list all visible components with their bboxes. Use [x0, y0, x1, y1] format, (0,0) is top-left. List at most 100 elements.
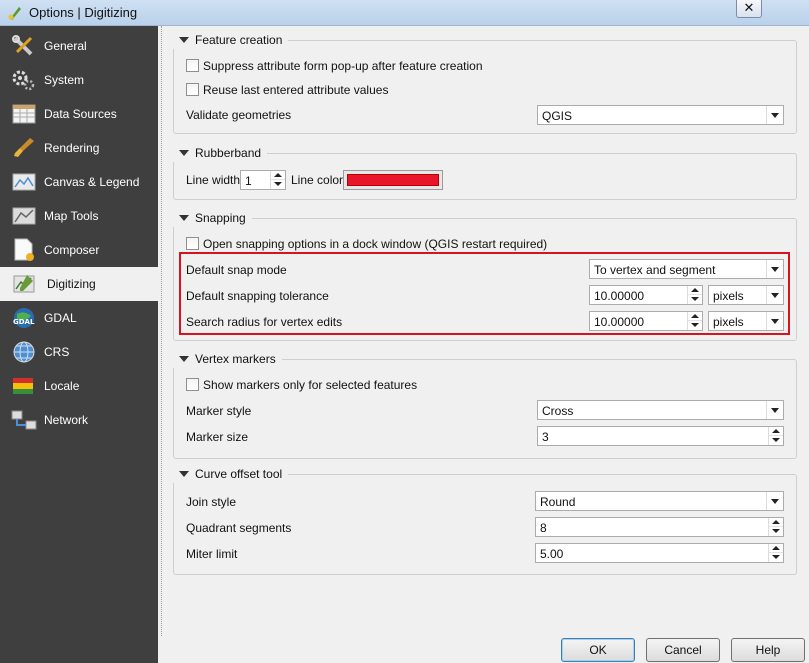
sidebar-item-label: Rendering	[44, 141, 100, 155]
chevron-down-icon	[766, 492, 783, 510]
options-sidebar: General System Data Sources Rendering Ca…	[0, 26, 158, 663]
sidebar-item-composer[interactable]: Composer	[0, 233, 158, 267]
snap-tolerance-unit-select[interactable]: pixels	[708, 285, 784, 305]
sidebar-item-canvas-legend[interactable]: Canvas & Legend	[0, 165, 158, 199]
quadrant-segments-spinbox[interactable]: 8	[535, 517, 784, 537]
spin-down-icon[interactable]	[769, 436, 783, 445]
paintbrush-icon	[14, 138, 34, 157]
spin-down-icon[interactable]	[769, 553, 783, 562]
chevron-down-icon	[766, 401, 783, 419]
globe-icon	[13, 341, 35, 363]
rubberband-header[interactable]: Rubberband	[173, 146, 268, 162]
line-width-label: Line width	[186, 173, 241, 187]
marker-size-spinbox[interactable]: 3	[537, 426, 784, 446]
composer-icon	[14, 238, 34, 261]
collapse-arrow-icon	[179, 150, 189, 156]
digitizing-icon	[13, 275, 35, 293]
sidebar-item-label: System	[44, 73, 85, 87]
cancel-button[interactable]: Cancel	[646, 638, 720, 662]
spin-up-icon[interactable]	[769, 518, 783, 527]
table-icon	[12, 104, 36, 124]
flag-icon	[13, 378, 33, 394]
validate-geometries-label: Validate geometries	[186, 108, 292, 122]
sidebar-item-label: Digitizing	[47, 277, 96, 291]
sidebar-item-locale[interactable]: Locale	[0, 369, 158, 403]
snapping-header[interactable]: Snapping	[173, 211, 252, 227]
marker-style-select[interactable]: Cross	[537, 400, 784, 420]
sidebar-item-label: Network	[44, 413, 89, 427]
snap-tolerance-label: Default snapping tolerance	[186, 289, 329, 303]
vertex-markers-header[interactable]: Vertex markers	[173, 352, 282, 368]
spin-up-icon[interactable]	[688, 286, 702, 295]
sidebar-item-label: Map Tools	[44, 209, 99, 223]
sidebar-item-digitizing[interactable]: Digitizing	[0, 267, 158, 301]
network-icon	[11, 410, 37, 430]
spin-up-icon[interactable]	[769, 544, 783, 553]
ok-button[interactable]: OK	[561, 638, 635, 662]
gdal-icon: GDAL	[13, 308, 35, 328]
join-style-label: Join style	[186, 495, 237, 509]
markers-selected-only-checkbox[interactable]	[186, 378, 199, 391]
reuse-values-label: Reuse last entered attribute values	[203, 83, 389, 97]
chevron-down-icon	[766, 312, 783, 330]
snapping-dock-label: Open snapping options in a dock window (…	[203, 237, 548, 251]
close-button[interactable]: ✕	[736, 0, 762, 18]
feature-creation-header[interactable]: Feature creation	[173, 33, 289, 49]
suppress-form-label: Suppress attribute form pop-up after fea…	[203, 59, 483, 73]
collapse-arrow-icon	[179, 215, 189, 221]
collapse-arrow-icon	[179, 37, 189, 43]
sidebar-item-system[interactable]: System	[0, 63, 158, 97]
chevron-down-icon	[766, 260, 783, 278]
line-width-spinbox[interactable]: 1	[240, 170, 286, 190]
spin-up-icon[interactable]	[688, 312, 702, 321]
line-color-swatch	[347, 174, 439, 186]
miter-limit-label: Miter limit	[186, 547, 238, 561]
line-color-label: Line color	[291, 173, 344, 187]
spin-up-icon[interactable]	[769, 427, 783, 436]
sidebar-item-general[interactable]: General	[0, 29, 158, 63]
canvas-icon	[12, 173, 36, 191]
snap-mode-label: Default snap mode	[186, 263, 287, 277]
spin-up-icon[interactable]	[271, 171, 285, 180]
sidebar-item-network[interactable]: Network	[0, 403, 158, 437]
sidebar-item-data-sources[interactable]: Data Sources	[0, 97, 158, 131]
sidebar-item-crs[interactable]: CRS	[0, 335, 158, 369]
markers-selected-only-label: Show markers only for selected features	[203, 378, 418, 392]
search-radius-label: Search radius for vertex edits	[186, 315, 343, 329]
gears-icon	[12, 70, 35, 91]
title-bar: Options | Digitizing ✕	[0, 0, 809, 26]
map-tools-icon	[12, 207, 36, 225]
sidebar-item-gdal[interactable]: GDAL GDAL	[0, 301, 158, 335]
snap-mode-select[interactable]: To vertex and segment	[589, 259, 784, 279]
chevron-down-icon	[766, 286, 783, 304]
search-radius-spinbox[interactable]: 10.00000	[589, 311, 703, 331]
sidebar-item-rendering[interactable]: Rendering	[0, 131, 158, 165]
validate-geometries-select[interactable]: QGIS	[537, 105, 784, 125]
spin-down-icon[interactable]	[769, 527, 783, 536]
snapping-dock-checkbox[interactable]	[186, 237, 199, 250]
sidebar-item-label: Canvas & Legend	[44, 175, 140, 189]
snap-tolerance-spinbox[interactable]: 10.00000	[589, 285, 703, 305]
splitter-handle[interactable]	[161, 26, 162, 636]
suppress-form-checkbox[interactable]	[186, 59, 199, 72]
collapse-arrow-icon	[179, 471, 189, 477]
join-style-select[interactable]: Round	[535, 491, 784, 511]
sidebar-item-label: CRS	[44, 345, 70, 359]
spin-down-icon[interactable]	[271, 180, 285, 189]
spin-down-icon[interactable]	[688, 295, 702, 304]
line-color-button[interactable]	[343, 170, 443, 190]
miter-limit-spinbox[interactable]: 5.00	[535, 543, 784, 563]
spin-down-icon[interactable]	[688, 321, 702, 330]
quadrant-segments-label: Quadrant segments	[186, 521, 292, 535]
curve-offset-header[interactable]: Curve offset tool	[173, 467, 289, 483]
sidebar-item-map-tools[interactable]: Map Tools	[0, 199, 158, 233]
svg-text:GDAL: GDAL	[13, 318, 35, 326]
help-button[interactable]: Help	[731, 638, 805, 662]
qgis-app-icon	[8, 7, 21, 20]
search-radius-unit-select[interactable]: pixels	[708, 311, 784, 331]
sidebar-item-label: Data Sources	[44, 107, 117, 121]
reuse-values-checkbox[interactable]	[186, 83, 199, 96]
marker-size-label: Marker size	[186, 430, 249, 444]
sidebar-item-label: Composer	[44, 243, 100, 257]
collapse-arrow-icon	[179, 356, 189, 362]
